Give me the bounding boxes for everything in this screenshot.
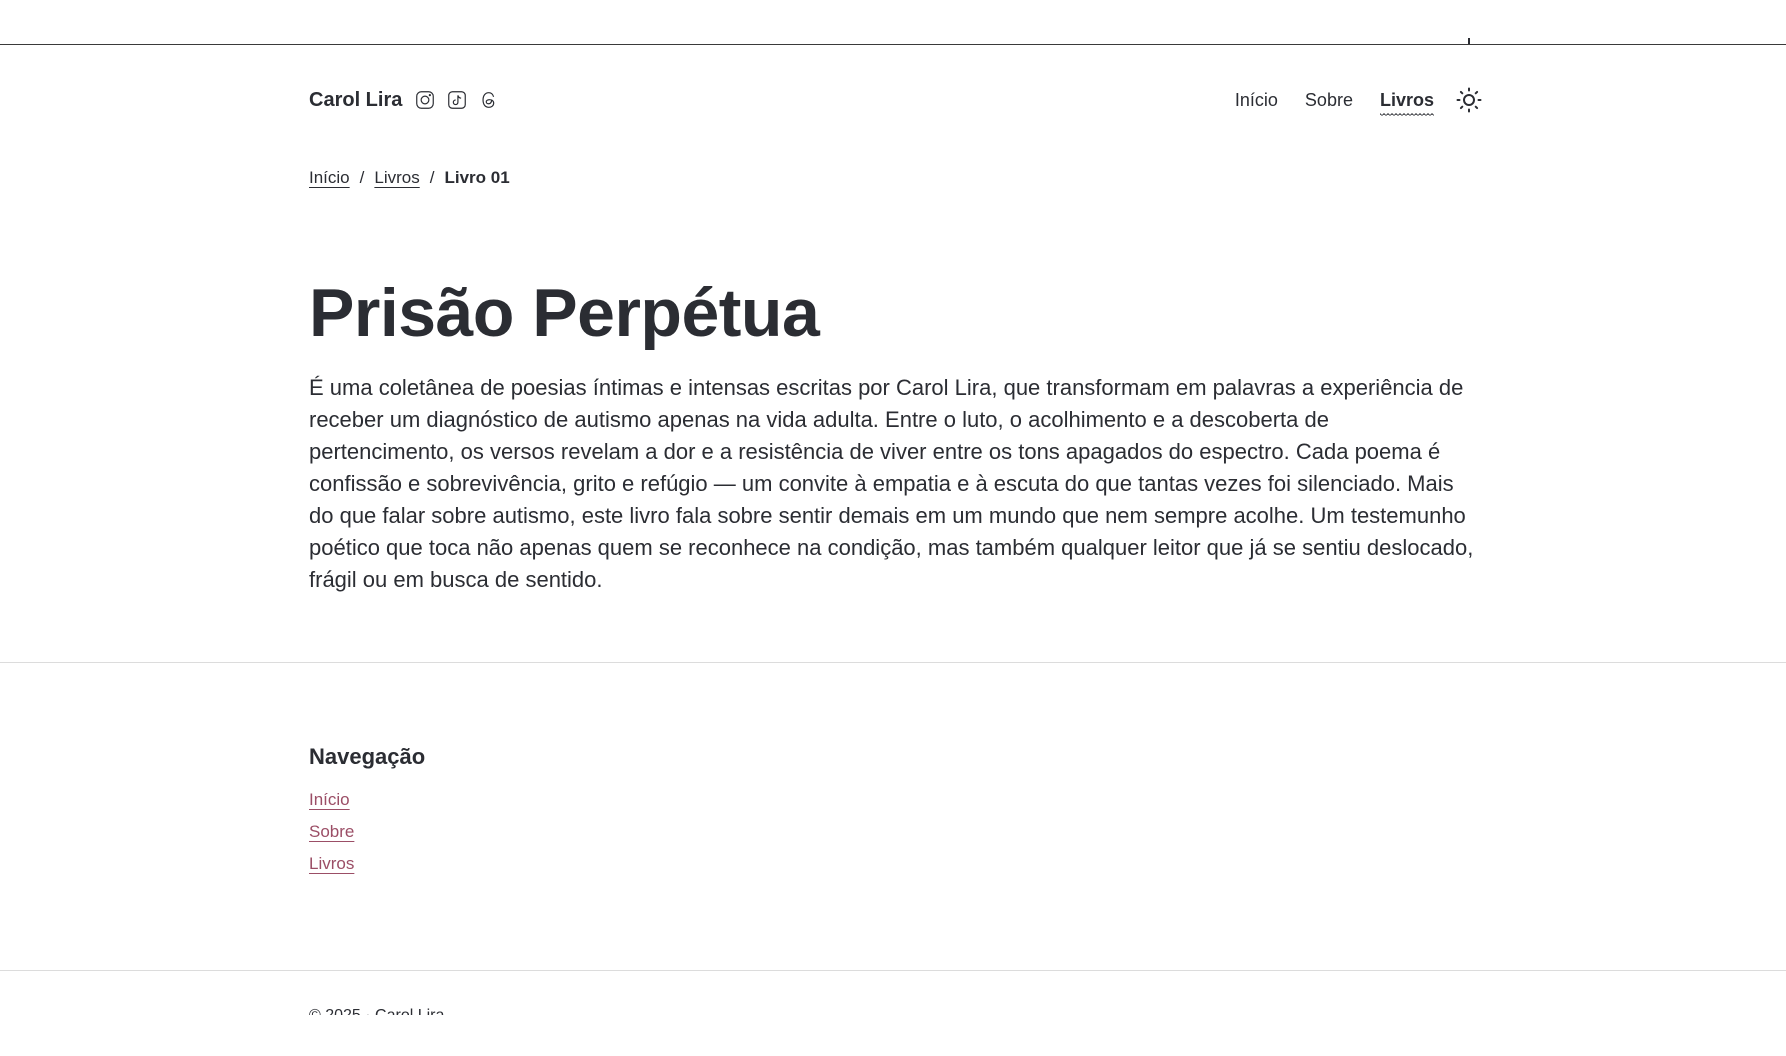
tiktok-icon[interactable] [446, 89, 468, 111]
sun-icon[interactable] [1455, 86, 1483, 114]
footer-nav-links: Início Sobre Livros [309, 790, 1483, 874]
breadcrumb: Início / Livros / Livro 01 [309, 168, 1483, 188]
threads-icon[interactable] [478, 89, 500, 111]
footer-divider [0, 970, 1786, 971]
main-nav: Início Sobre Livros [1235, 86, 1483, 117]
copyright-text: © 2025 · Carol Lira [309, 1005, 1483, 1015]
top-border-bar [0, 0, 1786, 45]
footer-link-sobre[interactable]: Sobre [309, 822, 354, 842]
footer-link-livros[interactable]: Livros [309, 854, 354, 874]
top-bar-marker [1468, 38, 1470, 44]
footer-link-inicio[interactable]: Início [309, 790, 350, 810]
page-title: Prisão Perpétua [309, 275, 820, 351]
nav-item-inicio[interactable]: Início [1235, 90, 1278, 111]
breadcrumb-link-livros[interactable]: Livros [374, 168, 419, 188]
breadcrumb-link-inicio[interactable]: Início [309, 168, 350, 188]
brand-name[interactable]: Carol Lira [309, 89, 402, 112]
book-description: É uma coletânea de poesias íntimas e int… [309, 375, 1474, 592]
nav-item-sobre[interactable]: Sobre [1305, 90, 1353, 111]
instagram-icon[interactable] [414, 89, 436, 111]
site-header: Carol Lira Início Sobre Livros [309, 82, 1483, 118]
breadcrumb-separator: / [359, 168, 365, 187]
nav-item-livros[interactable]: Livros [1379, 90, 1435, 117]
breadcrumb-current: Livro 01 [444, 168, 510, 187]
breadcrumb-separator: / [429, 168, 435, 187]
footer-nav-heading: Navegação [309, 744, 426, 769]
section-divider [0, 662, 1786, 663]
page: Carol Lira Início Sobre Livros Início / … [0, 0, 1786, 1056]
brand: Carol Lira [309, 89, 500, 112]
